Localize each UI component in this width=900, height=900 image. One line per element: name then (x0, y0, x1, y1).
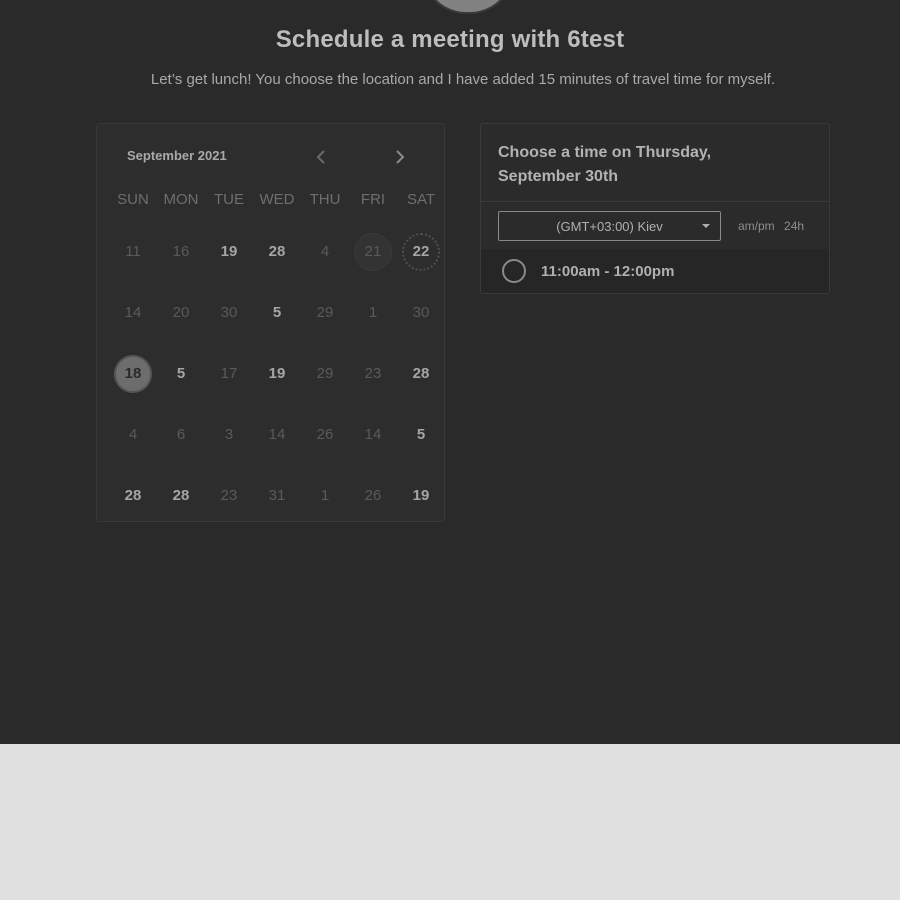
calendar-day: 1 (368, 304, 378, 321)
caret-down-icon (702, 224, 710, 228)
calendar-day-today: 21 (349, 221, 397, 282)
date-picker-calendar: September 2021 SUN MON TUE WED THU FRI S… (96, 123, 445, 522)
calendar-day-available[interactable]: 19 (397, 465, 445, 526)
calendar-day: 4 (128, 426, 138, 443)
calendar-day: 26 (364, 487, 382, 504)
calendar-day: 4 (320, 243, 330, 260)
calendar-day: 16 (172, 243, 190, 260)
calendar-day: 20 (172, 304, 190, 321)
format-24h-option[interactable]: 24h (784, 219, 804, 233)
calendar-day-available[interactable]: 5 (157, 343, 205, 404)
calendar-day: 14 (124, 304, 142, 321)
time-heading-line: September 30th (498, 168, 619, 185)
time-selection-panel: Choose a time on Thursday, September 30t… (480, 123, 830, 294)
calendar-day: 30 (412, 304, 430, 321)
scheduling-page: Schedule a meeting with 6test Let’s get … (0, 0, 900, 744)
meeting-description: Let’s get lunch! You choose the location… (150, 71, 776, 88)
calendar-day-available[interactable]: 5 (397, 404, 445, 465)
weekday-label: WED (259, 191, 295, 208)
weekday-label: SAT (406, 191, 436, 208)
calendar-day: 29 (316, 365, 334, 382)
time-panel-heading: Choose a time on Thursday, September 30t… (498, 141, 798, 189)
calendar-day-available[interactable]: 28 (157, 465, 205, 526)
radio-button[interactable] (502, 259, 526, 283)
calendar-day-available[interactable]: 28 (253, 221, 301, 282)
month-label: September 2021 (127, 148, 227, 163)
next-month-button[interactable] (389, 146, 411, 168)
calendar-day: 30 (220, 304, 238, 321)
time-slot[interactable]: 11:00am - 12:00pm (481, 249, 829, 293)
weekday-label: FRI (360, 191, 386, 208)
calendar-day: 26 (316, 426, 334, 443)
calendar-day-available[interactable]: 22 (397, 221, 445, 282)
timezone-value: (GMT+03:00) Kiev (556, 218, 663, 234)
calendar-day: 29 (316, 304, 334, 321)
weekday-label: MON (163, 191, 199, 208)
prev-month-button[interactable] (310, 146, 332, 168)
weekday-label: TUE (214, 191, 244, 208)
calendar-day: 14 (268, 426, 286, 443)
calendar-day-available[interactable]: 19 (253, 343, 301, 404)
calendar-day: 23 (220, 487, 238, 504)
calendar-day-selected[interactable]: 18 (109, 343, 157, 404)
weekday-label: THU (309, 191, 341, 208)
time-format-toggle: am/pm 24h (738, 219, 810, 233)
page-title: Schedule a meeting with 6test (275, 26, 625, 53)
weekday-header: SUN MON TUE WED THU FRI SAT (109, 191, 445, 208)
calendar-day-available[interactable]: 5 (253, 282, 301, 343)
calendar-day: 14 (364, 426, 382, 443)
calendar-day-grid: 11 16 19 28 4 21 22 14 20 30 5 29 1 30 1… (109, 221, 445, 526)
chevron-left-icon (316, 150, 325, 164)
chevron-right-icon (396, 150, 405, 164)
timezone-select[interactable]: (GMT+03:00) Kiev (498, 211, 721, 241)
calendar-day: 1 (320, 487, 330, 504)
time-heading-line: Choose a time on Thursday, (498, 144, 712, 161)
calendar-day: 17 (220, 365, 238, 382)
divider (481, 201, 829, 202)
footer-area (0, 744, 900, 900)
calendar-day: 6 (176, 426, 186, 443)
calendar-day-available[interactable]: 28 (397, 343, 445, 404)
calendar-day-available[interactable]: 28 (109, 465, 157, 526)
calendar-day: 11 (125, 243, 141, 260)
format-ampm-option[interactable]: am/pm (738, 219, 775, 233)
calendar-day: 3 (224, 426, 234, 443)
weekday-label: SUN (117, 191, 149, 208)
calendar-day: 23 (364, 365, 382, 382)
time-slot-label: 11:00am - 12:00pm (541, 262, 675, 280)
calendar-day-available[interactable]: 19 (205, 221, 253, 282)
calendar-day: 31 (268, 487, 286, 504)
host-avatar (422, 0, 514, 14)
